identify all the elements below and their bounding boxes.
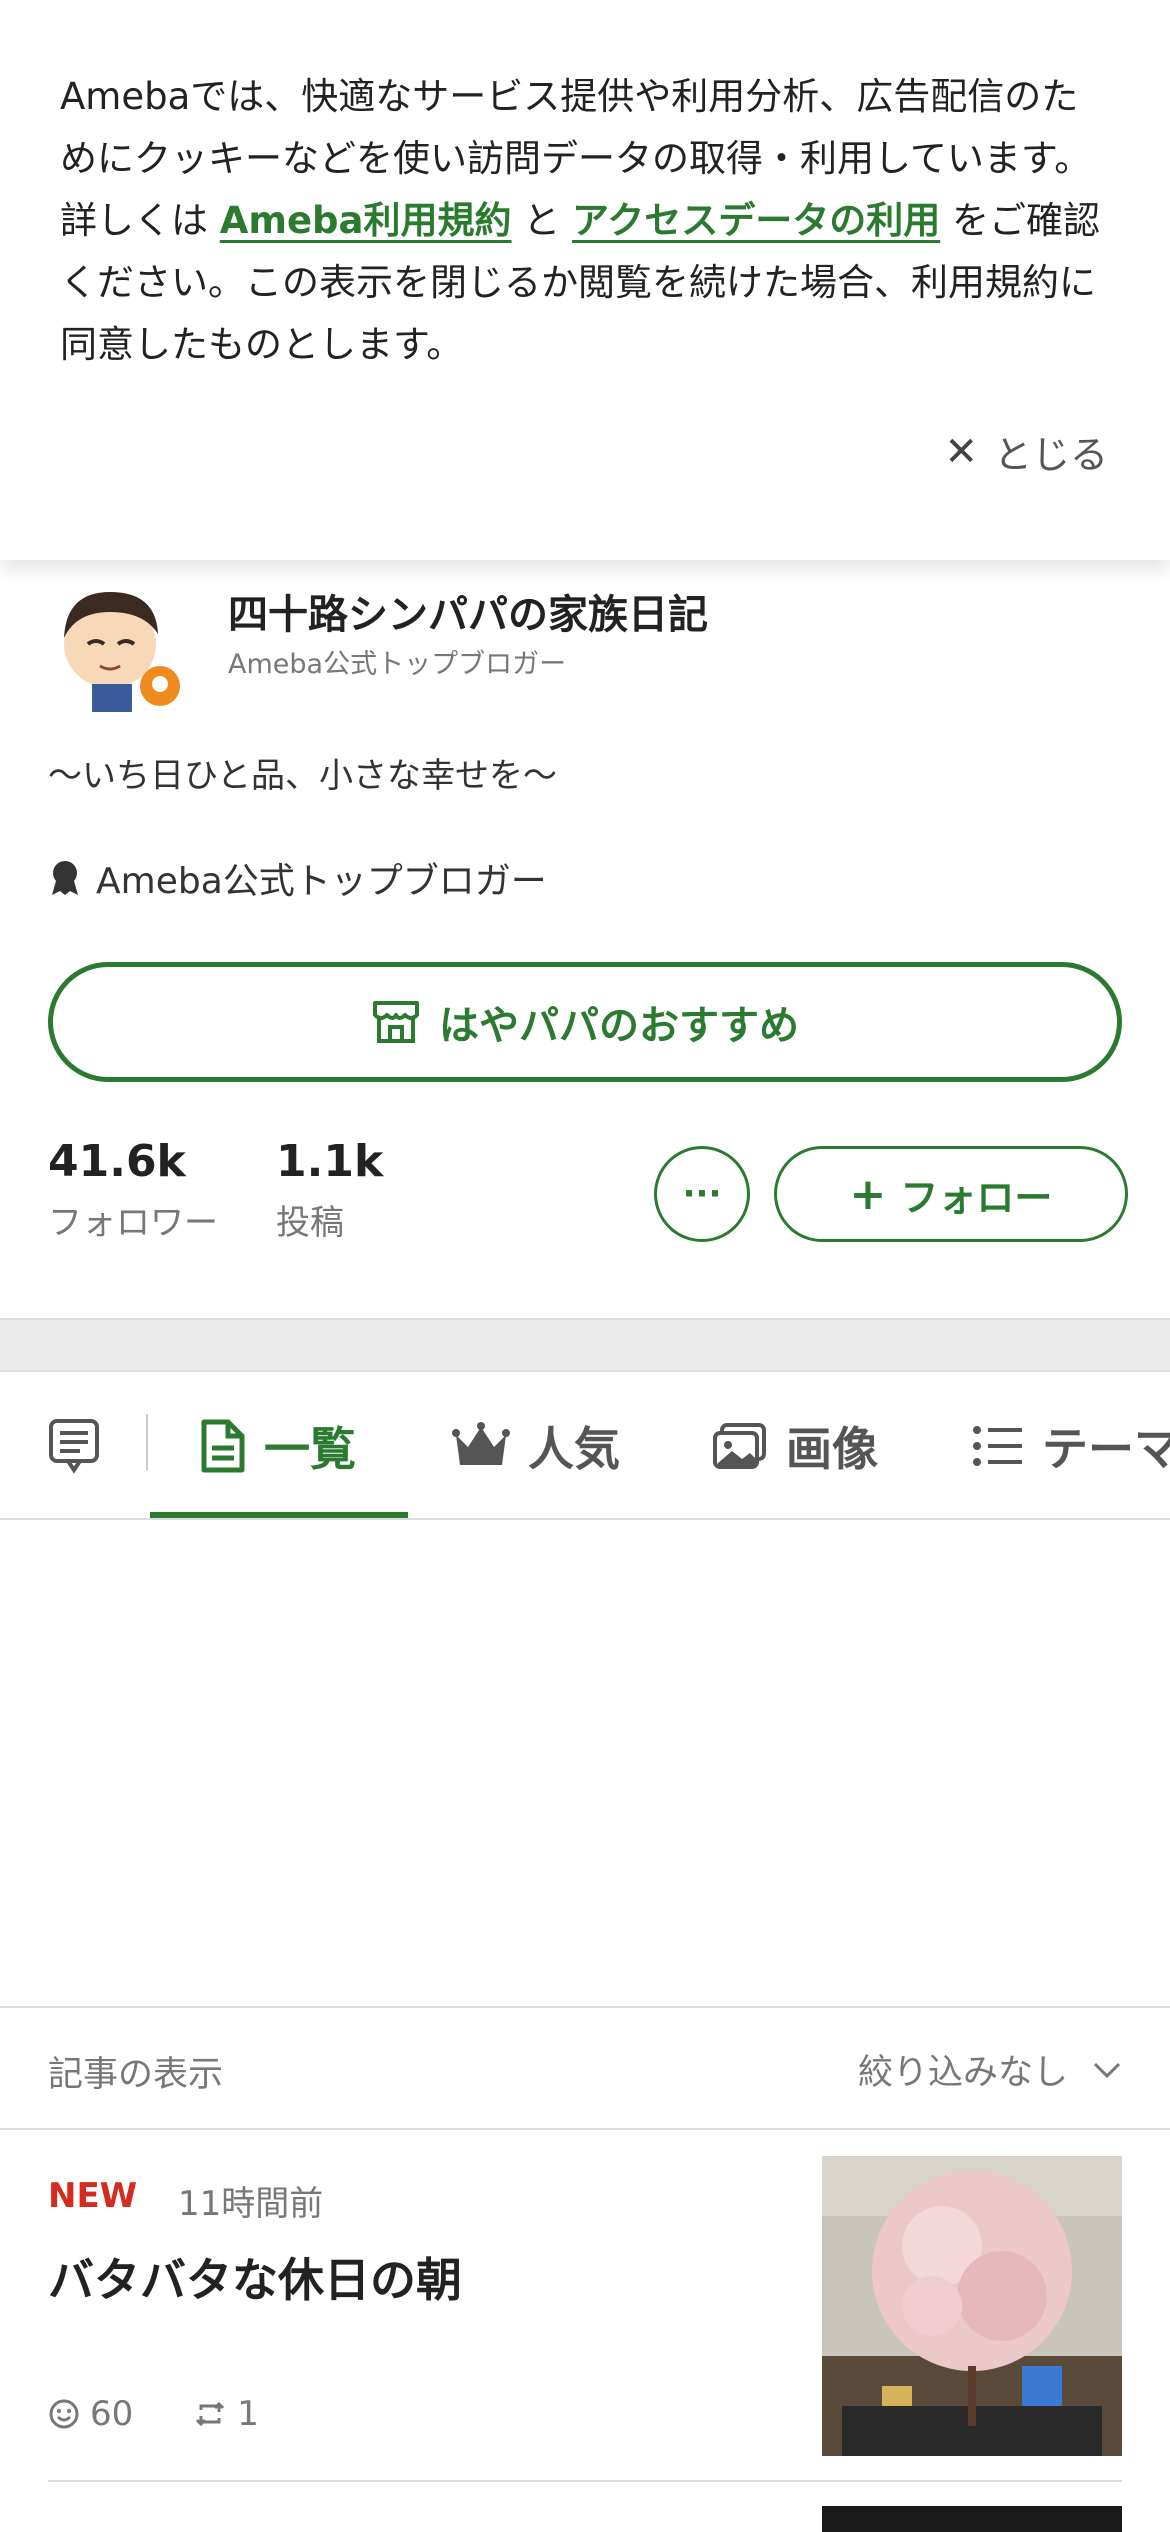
filter-label: 記事の表示 bbox=[48, 2055, 224, 2095]
reblog-icon bbox=[196, 2401, 225, 2427]
article-meta: 60 1 bbox=[48, 2394, 259, 2434]
blog-tagline: 〜いち日ひと品、小さな幸せを〜 bbox=[48, 756, 557, 796]
tab-list[interactable]: 一覧 bbox=[200, 1372, 356, 1518]
posts-count: 1.1k bbox=[276, 1136, 384, 1187]
tab-images[interactable]: 画像 bbox=[712, 1372, 878, 1518]
blog-subtitle: Ameba公式トップブロガー bbox=[228, 649, 567, 680]
tab-bar: 一覧 人気 画像 テーマ bbox=[0, 1372, 1170, 1520]
posts-label: 投稿 bbox=[276, 1203, 344, 1243]
cookie-close-button[interactable]: ✕ とじる bbox=[944, 424, 1108, 479]
award-icon bbox=[52, 861, 78, 895]
plus-icon: + bbox=[849, 1168, 887, 1220]
next-article-thumbnail[interactable] bbox=[822, 2506, 1122, 2532]
article-title[interactable]: バタバタな休日の朝 bbox=[48, 2244, 462, 2310]
avatar-illustration bbox=[64, 592, 180, 712]
cookie-text-part: と bbox=[511, 199, 573, 242]
flower-ball-photo bbox=[822, 2156, 1122, 2456]
followers-label: フォロワー bbox=[48, 1203, 218, 1243]
recommend-button[interactable]: はやパパのおすすめ bbox=[48, 962, 1122, 1082]
follow-button[interactable]: + フォロー bbox=[774, 1146, 1128, 1242]
access-data-link[interactable]: アクセスデータの利用 bbox=[572, 199, 940, 242]
avatar[interactable] bbox=[48, 578, 182, 712]
shop-icon bbox=[373, 1001, 419, 1043]
cookie-notice-text: Amebaでは、快適なサービス提供や利用分析、広告配信のためにクッキーなどを使い… bbox=[60, 66, 1110, 376]
document-icon bbox=[201, 1419, 245, 1473]
close-label: とじる bbox=[993, 433, 1108, 477]
chevron-down-icon bbox=[1093, 2062, 1121, 2078]
blog-title[interactable]: 四十路シンパパの家族日記 bbox=[228, 582, 708, 640]
filter-value: 絞り込みなし bbox=[857, 2053, 1068, 2093]
article-time: 11時間前 bbox=[178, 2184, 324, 2224]
section-divider bbox=[0, 1318, 1170, 1372]
filter-dropdown[interactable]: 絞り込みなし bbox=[858, 2044, 1122, 2095]
tab-themes[interactable]: テーマ bbox=[972, 1372, 1170, 1518]
more-icon: ··· bbox=[682, 1174, 722, 1214]
crown-icon bbox=[452, 1422, 510, 1465]
tab-list-label: 一覧 bbox=[264, 1422, 356, 1476]
article-filter-row: 記事の表示 絞り込みなし bbox=[0, 2006, 1170, 2130]
likes-count: 60 bbox=[90, 2394, 134, 2434]
tab-themes-label: テーマ bbox=[1042, 1422, 1170, 1476]
more-options-button[interactable]: ··· bbox=[654, 1146, 750, 1242]
followers-stat[interactable]: 41.6k フォロワー bbox=[48, 1136, 218, 1244]
reblogs-count: 1 bbox=[237, 2394, 259, 2434]
article-thumbnail[interactable] bbox=[822, 2156, 1122, 2456]
tab-popular-label: 人気 bbox=[528, 1422, 620, 1476]
article-divider bbox=[48, 2480, 1122, 2482]
terms-link[interactable]: Ameba利用規約 bbox=[220, 199, 512, 242]
badge-label: Ameba公式トップブロガー bbox=[96, 861, 547, 902]
message-list-icon bbox=[49, 1419, 99, 1474]
new-badge: NEW bbox=[48, 2176, 138, 2216]
cookie-banner: Amebaでは、快適なサービス提供や利用分析、広告配信のためにクッキーなどを使い… bbox=[0, 0, 1170, 560]
close-icon: ✕ bbox=[944, 428, 978, 475]
image-icon bbox=[713, 1423, 766, 1469]
top-blogger-badge: Ameba公式トップブロガー bbox=[48, 852, 547, 904]
smile-icon bbox=[49, 2399, 79, 2429]
active-tab-indicator bbox=[150, 1512, 408, 1518]
followers-count: 41.6k bbox=[48, 1136, 186, 1187]
article-item[interactable]: NEW 11時間前 バタバタな休日の朝 60 1 bbox=[0, 2132, 1170, 2482]
recommend-label: はやパパのおすすめ bbox=[439, 1003, 799, 1049]
tab-blog-feed[interactable] bbox=[48, 1372, 100, 1518]
tab-popular[interactable]: 人気 bbox=[452, 1372, 620, 1518]
follow-label: フォロー bbox=[900, 1175, 1053, 1220]
list-icon bbox=[973, 1426, 1022, 1466]
tab-separator bbox=[146, 1414, 148, 1470]
posts-stat[interactable]: 1.1k 投稿 bbox=[276, 1136, 383, 1244]
tab-images-label: 画像 bbox=[786, 1422, 878, 1476]
